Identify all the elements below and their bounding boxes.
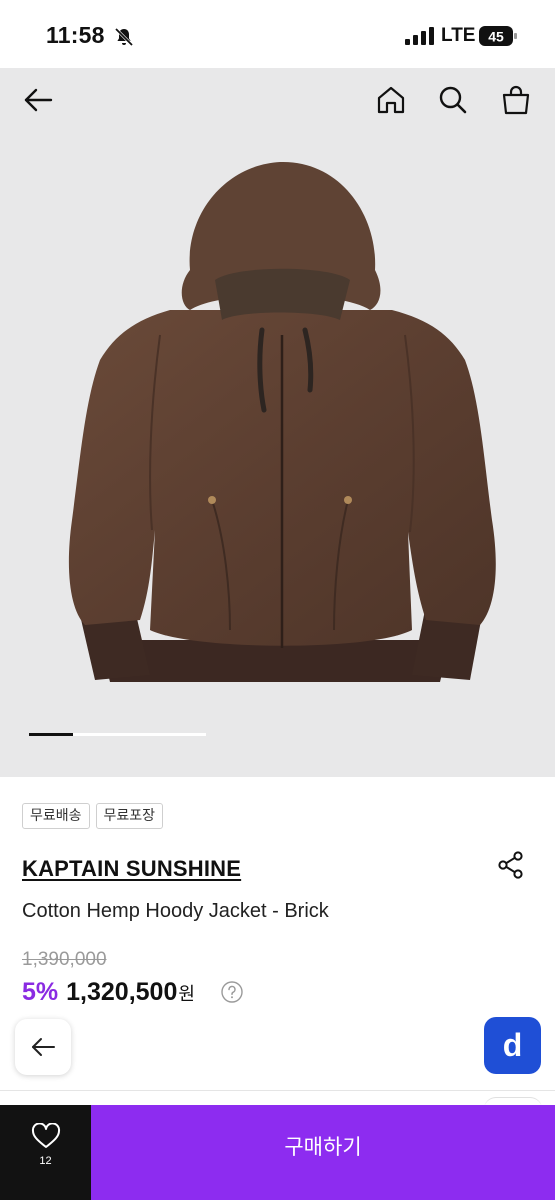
gallery-pager-indicator <box>29 733 73 736</box>
network-label: LTE <box>441 25 476 46</box>
currency-unit: 원 <box>178 984 195 1005</box>
original-price: 1,390,000 <box>22 949 107 970</box>
cart-button[interactable] <box>494 78 538 122</box>
benefit-tags: 무료배송 무료포장 <box>22 803 164 829</box>
like-count: 12 <box>39 1155 52 1167</box>
home-icon <box>377 86 405 114</box>
search-button[interactable] <box>431 78 475 122</box>
price-row: 5% 1,320,500 원 <box>22 978 195 1007</box>
bell-off-icon <box>114 27 134 47</box>
brand-link[interactable]: KAPTAIN SUNSHINE <box>22 856 241 882</box>
buy-button-label: 구매하기 <box>284 1135 362 1159</box>
home-button[interactable] <box>369 78 413 122</box>
tag-free-packaging: 무료포장 <box>95 803 164 829</box>
product-image <box>68 161 496 682</box>
share-icon <box>498 851 523 879</box>
sale-price: 1,320,500 <box>66 978 178 1006</box>
buy-button[interactable]: 구매하기 <box>91 1105 555 1200</box>
tag-free-shipping: 무료배송 <box>22 803 90 829</box>
shopping-bag-icon <box>502 85 530 115</box>
arrow-left-icon <box>24 88 53 112</box>
back-button[interactable] <box>16 78 60 122</box>
share-button[interactable] <box>494 848 528 882</box>
floating-back-button[interactable] <box>15 1019 71 1075</box>
like-button[interactable]: 12 <box>0 1105 91 1200</box>
d-logo: d <box>502 1027 523 1063</box>
battery-level: 45 <box>488 29 504 45</box>
question-circle-icon[interactable] <box>221 981 243 1003</box>
status-bar: 11:58 LTE 45 <box>0 0 555 68</box>
status-time: 11:58 <box>46 22 105 48</box>
product-name: Cotton Hemp Hoody Jacket - Brick <box>22 900 329 922</box>
battery-icon: 45 <box>479 26 517 46</box>
heart-icon <box>31 1123 60 1148</box>
search-icon <box>439 86 467 114</box>
arrow-left-icon <box>32 1038 55 1056</box>
discount-rate: 5% <box>22 978 59 1006</box>
divider <box>0 1090 555 1091</box>
d-app-button[interactable]: d <box>484 1017 541 1074</box>
signal-icon <box>405 27 434 45</box>
